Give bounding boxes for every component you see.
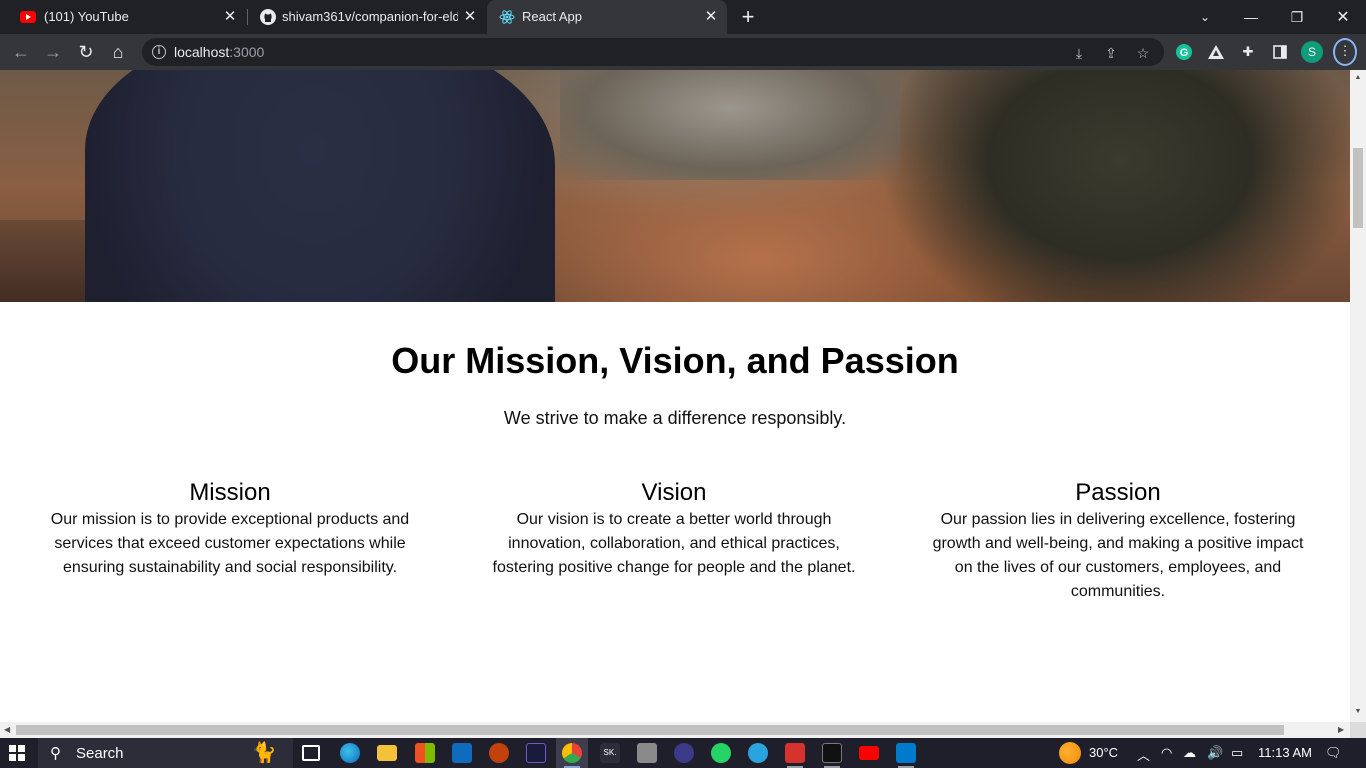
weather-icon[interactable] xyxy=(1059,742,1081,764)
scroll-right-icon[interactable]: ▶ xyxy=(1338,725,1344,734)
mission-column: Mission Our mission is to provide except… xyxy=(35,480,425,580)
browser-tab-bar: (101) YouTube ✕ shivam361v/companion-for… xyxy=(0,0,1366,34)
vision-text: Our vision is to create a better world t… xyxy=(492,511,856,576)
notification-center-icon[interactable]: 🗨 xyxy=(1325,745,1342,761)
url-text: localhost:3000 xyxy=(174,44,264,60)
hero-person xyxy=(85,70,555,302)
scrollbar-corner xyxy=(1350,722,1366,738)
vertical-scrollbar[interactable]: ▲ ▼ xyxy=(1350,70,1366,722)
page-viewport: Our Mission, Vision, and Passion We stri… xyxy=(0,70,1350,722)
back-arrow-icon[interactable]: ← xyxy=(9,40,33,64)
passion-text: Our passion lies in delivering excellenc… xyxy=(932,511,1304,600)
battery-icon[interactable]: ▭ xyxy=(1231,745,1243,761)
scroll-left-icon[interactable]: ◀ xyxy=(4,725,10,734)
amazon-music-icon[interactable] xyxy=(526,743,546,763)
vpn-extension-icon[interactable] xyxy=(1205,41,1227,63)
clock-time[interactable]: 11:13 AM xyxy=(1258,745,1312,760)
youtube-app-icon[interactable] xyxy=(859,746,879,760)
close-tab-icon[interactable]: ✕ xyxy=(462,9,478,25)
passion-column: Passion Our passion lies in delivering e… xyxy=(923,480,1313,604)
restore-button[interactable]: ❐ xyxy=(1274,0,1320,34)
vscode-icon[interactable] xyxy=(896,743,916,763)
close-window-button[interactable]: ✕ xyxy=(1320,0,1366,34)
horizontal-scroll-thumb[interactable] xyxy=(16,725,1284,735)
cloud-error-icon[interactable]: ☁ xyxy=(1183,745,1196,761)
mission-heading: Mission xyxy=(189,479,271,506)
url-host: localhost xyxy=(174,44,230,60)
file-explorer-icon[interactable] xyxy=(377,745,397,761)
search-icon: ⚲ xyxy=(50,745,61,762)
search-highlight-cat-icon: 🐈 xyxy=(251,742,277,764)
browser-toolbar: ← → ↻ ⌂ i localhost:3000 ⤓ ⇪ ☆ G ✚ S ⋮ xyxy=(0,34,1366,70)
new-tab-button[interactable]: + xyxy=(738,6,758,28)
share-icon[interactable]: ⇪ xyxy=(1102,44,1120,62)
extensions-puzzle-icon[interactable]: ✚ xyxy=(1237,41,1259,63)
profile-avatar[interactable]: S xyxy=(1301,41,1323,63)
app-icon-stripes[interactable] xyxy=(674,743,694,763)
scroll-up-icon[interactable]: ▲ xyxy=(1354,74,1362,81)
site-info-icon[interactable]: i xyxy=(152,45,166,59)
side-panel-icon[interactable] xyxy=(1269,41,1291,63)
section-subtitle: We strive to make a difference responsib… xyxy=(503,408,847,428)
minimize-button[interactable]: — xyxy=(1228,0,1274,34)
task-view-icon[interactable] xyxy=(302,745,320,761)
windows-start-icon[interactable] xyxy=(9,745,25,761)
tab-youtube[interactable]: (101) YouTube ✕ xyxy=(8,0,246,34)
vision-column: Vision Our vision is to create a better … xyxy=(479,480,869,580)
tab-github[interactable]: shivam361v/companion-for-elde ✕ xyxy=(248,0,486,34)
grammarly-extension-icon[interactable]: G xyxy=(1173,41,1195,63)
tab-title: (101) YouTube xyxy=(44,9,129,24)
search-label: Search xyxy=(76,745,124,762)
react-icon xyxy=(499,10,515,24)
forward-arrow-icon[interactable]: → xyxy=(41,40,65,64)
youtube-icon xyxy=(20,11,36,23)
home-icon[interactable]: ⌂ xyxy=(106,40,130,64)
chrome-icon[interactable] xyxy=(562,743,582,763)
passion-heading: Passion xyxy=(1075,479,1161,506)
telegram-icon[interactable] xyxy=(748,743,768,763)
tab-search-chevron-icon[interactable]: ⌄ xyxy=(1182,0,1228,34)
mail-icon[interactable] xyxy=(452,743,472,763)
github-icon xyxy=(260,9,276,25)
tab-title: React App xyxy=(522,9,582,24)
whatsapp-icon[interactable] xyxy=(711,743,731,763)
vision-heading: Vision xyxy=(641,479,707,506)
svg-text:G: G xyxy=(1180,47,1189,59)
app-icon-sparkle[interactable] xyxy=(489,743,509,763)
notepad-icon[interactable] xyxy=(637,743,657,763)
profile-initial: S xyxy=(1301,41,1323,63)
section-title: Our Mission, Vision, and Passion xyxy=(391,340,959,381)
url-port: :3000 xyxy=(229,44,265,60)
scroll-down-icon[interactable]: ▼ xyxy=(1354,708,1362,715)
mission-text: Our mission is to provide exceptional pr… xyxy=(50,511,410,576)
volume-icon[interactable]: 🔊 xyxy=(1207,745,1223,761)
sk-app-icon[interactable]: SK. xyxy=(600,743,620,763)
microsoft-store-icon[interactable] xyxy=(415,743,435,763)
tab-title: shivam361v/companion-for-elde xyxy=(282,9,458,24)
close-tab-icon[interactable]: ✕ xyxy=(703,9,719,25)
temperature-text[interactable]: 30°C xyxy=(1089,745,1118,760)
edge-icon[interactable] xyxy=(340,743,360,763)
hero-image xyxy=(0,70,1350,302)
vertical-scroll-thumb[interactable] xyxy=(1353,148,1363,228)
address-bar[interactable]: i localhost:3000 ⤓ ⇪ ☆ xyxy=(142,38,1164,66)
hero-rocks xyxy=(560,70,900,180)
tab-react-app[interactable]: React App ✕ xyxy=(487,0,727,34)
terminal-icon[interactable] xyxy=(822,743,842,763)
show-hidden-icons-chevron-icon[interactable]: ︿ xyxy=(1137,745,1150,764)
install-app-icon[interactable]: ⤓ xyxy=(1070,44,1088,62)
horizontal-scrollbar[interactable]: ◀ ▶ xyxy=(0,722,1350,738)
browser-menu-icon[interactable]: ⋮ xyxy=(1333,38,1357,66)
close-tab-icon[interactable]: ✕ xyxy=(222,9,238,25)
wifi-icon[interactable]: ◠ xyxy=(1161,745,1172,761)
reload-icon[interactable]: ↻ xyxy=(74,40,98,64)
wps-office-icon[interactable] xyxy=(785,743,805,763)
bookmark-star-icon[interactable]: ☆ xyxy=(1134,44,1152,62)
windows-taskbar: ⚲ Search 🐈 SK. 30°C ︿ ◠ ☁ 🔊 ▭ 11:13 AM 🗨 xyxy=(0,738,1366,768)
taskbar-search-box[interactable]: ⚲ Search 🐈 xyxy=(38,738,293,768)
